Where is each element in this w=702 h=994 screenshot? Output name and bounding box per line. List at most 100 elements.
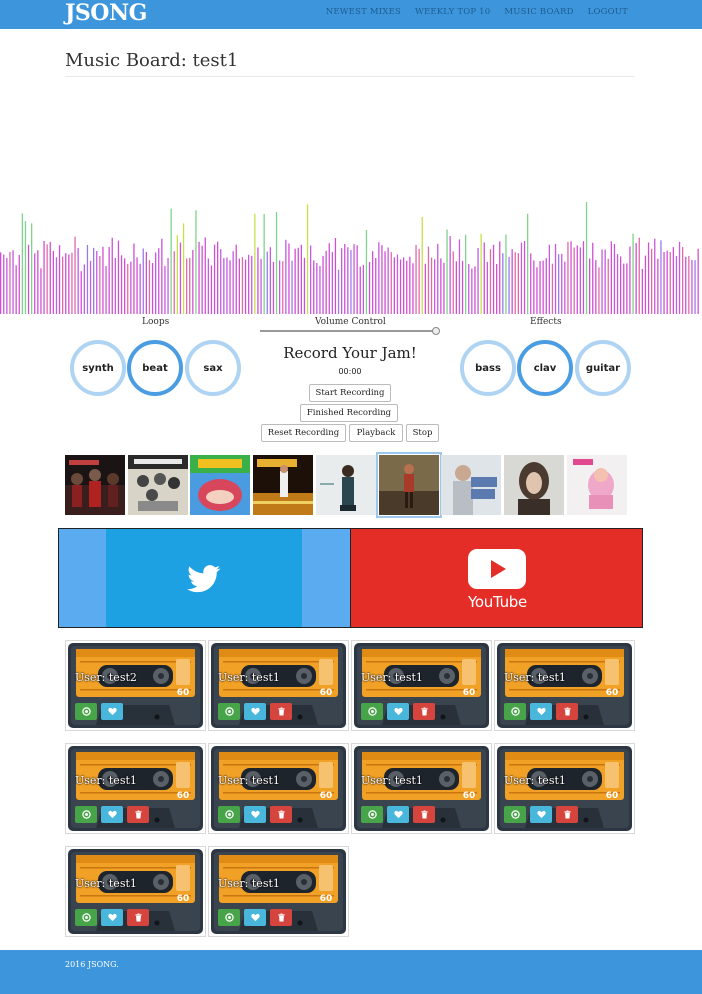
mix-card[interactable]: 60 User: test2 xyxy=(65,640,206,731)
mix-delete-button[interactable] xyxy=(413,806,435,823)
mix-play-button[interactable] xyxy=(218,909,240,926)
mix-card[interactable]: 60 User: test1 xyxy=(494,640,635,731)
mix-play-button[interactable] xyxy=(504,806,526,823)
youtube-share-panel[interactable]: YouTube xyxy=(350,528,643,628)
nav-music-board[interactable]: MUSIC BOARD xyxy=(504,7,573,17)
loop-synth-button[interactable]: synth xyxy=(70,340,126,396)
mix-like-button[interactable] xyxy=(530,806,552,823)
mix-play-button[interactable] xyxy=(361,806,383,823)
visualizer-bar xyxy=(489,249,492,314)
mix-user-name: test2 xyxy=(108,671,137,684)
twitter-share-panel[interactable] xyxy=(58,528,351,628)
visualizer-bar xyxy=(399,259,402,314)
footer: 2016 JSONG. xyxy=(0,950,702,994)
mix-like-button[interactable] xyxy=(244,703,266,720)
mix-like-button[interactable] xyxy=(101,703,123,720)
mix-like-button[interactable] xyxy=(244,909,266,926)
finished-recording-button[interactable]: Finished Recording xyxy=(300,404,398,422)
mix-like-button[interactable] xyxy=(244,806,266,823)
mix-actions xyxy=(504,806,578,823)
visualizer-bar xyxy=(306,204,309,314)
album-cover-kill-me[interactable] xyxy=(567,455,627,515)
reset-recording-button[interactable]: Reset Recording xyxy=(261,424,346,442)
nav-logout[interactable]: LOGOUT xyxy=(588,7,628,17)
brand-logo[interactable]: JSONG xyxy=(65,0,147,26)
album-cover-beatles[interactable] xyxy=(128,455,188,515)
visualizer-bar xyxy=(635,243,637,314)
mix-like-button[interactable] xyxy=(387,703,409,720)
mix-card[interactable]: 60 User: test1 xyxy=(208,846,349,937)
playback-button[interactable]: Playback xyxy=(349,424,403,442)
volume-slider-track[interactable] xyxy=(260,330,438,332)
visualizer-bar xyxy=(186,258,188,314)
mix-delete-button[interactable] xyxy=(556,806,578,823)
album-cover-woman[interactable] xyxy=(316,455,376,515)
loop-beat-button[interactable]: beat xyxy=(127,340,183,396)
visualizer-bar xyxy=(319,266,321,314)
effect-guitar-button[interactable]: guitar xyxy=(575,340,631,396)
mix-delete-button[interactable] xyxy=(127,806,149,823)
mix-like-button[interactable] xyxy=(387,806,409,823)
visualizer-bar xyxy=(641,268,643,314)
mix-delete-button[interactable] xyxy=(413,703,435,720)
visualizer-bar xyxy=(446,229,448,314)
mix-card[interactable]: 60 User: test1 xyxy=(208,743,349,834)
svg-text:60: 60 xyxy=(320,894,333,904)
mix-play-button[interactable] xyxy=(361,703,383,720)
nav-weekly-top[interactable]: WEEKLY TOP 10 xyxy=(415,7,490,17)
mix-like-button[interactable] xyxy=(530,703,552,720)
mix-play-button[interactable] xyxy=(75,806,97,823)
album-cover-basement-jaxx[interactable] xyxy=(190,455,250,515)
album-cover-blue-jeans-icon xyxy=(441,455,501,515)
mix-delete-button[interactable] xyxy=(556,703,578,720)
mix-delete-button[interactable] xyxy=(270,703,292,720)
volume-slider-thumb[interactable] xyxy=(432,327,440,335)
mix-play-button[interactable] xyxy=(75,703,97,720)
album-cover-thriller[interactable] xyxy=(65,455,125,515)
mix-play-button[interactable] xyxy=(75,909,97,926)
mix-card[interactable]: 60 User: test1 xyxy=(208,640,349,731)
visualizer-bar xyxy=(142,248,144,314)
page-title: Music Board: test1 xyxy=(65,50,239,71)
twitter-bird-icon xyxy=(187,565,221,593)
stop-button[interactable]: Stop xyxy=(406,424,439,442)
mix-play-button[interactable] xyxy=(218,806,240,823)
visualizer-bar xyxy=(564,261,566,314)
effect-bass-button[interactable]: bass xyxy=(460,340,516,396)
album-cover-saturday-night-fever[interactable] xyxy=(253,455,313,515)
visualizer-bar xyxy=(325,250,327,314)
album-cover-blue-jeans[interactable] xyxy=(441,455,501,515)
mix-card[interactable]: 60 User: test1 xyxy=(494,743,635,834)
visualizer-bar xyxy=(613,244,616,314)
visualizer-bar xyxy=(232,251,234,314)
mix-user-label: User: test1 xyxy=(504,671,566,684)
mix-play-button[interactable] xyxy=(504,703,526,720)
effect-clav-button[interactable]: clav xyxy=(517,340,573,396)
loop-sax-button[interactable]: sax xyxy=(185,340,241,396)
visualizer-bar xyxy=(657,258,659,314)
mix-play-button[interactable] xyxy=(218,703,240,720)
mix-delete-button[interactable] xyxy=(270,806,292,823)
visualizer-bar xyxy=(372,251,374,314)
mix-user-name: test1 xyxy=(394,671,423,684)
visualizer-bar xyxy=(310,245,312,314)
start-recording-button[interactable]: Start Recording xyxy=(309,384,391,402)
mix-delete-button[interactable] xyxy=(127,909,149,926)
visualizer-bar xyxy=(189,257,191,314)
mix-card[interactable]: 60 User: test1 xyxy=(65,846,206,937)
mix-card[interactable]: 60 User: test1 xyxy=(65,743,206,834)
visualizer-bar xyxy=(331,252,333,314)
album-cover-portrait[interactable] xyxy=(504,455,564,515)
mix-like-button[interactable] xyxy=(101,806,123,823)
visualizer-bar xyxy=(573,247,575,314)
nav-newest-mixes[interactable]: NEWEST MIXES xyxy=(326,7,401,17)
visualizer-bar xyxy=(229,260,231,314)
album-cover-woman-red[interactable] xyxy=(376,452,442,518)
visualizer-bar xyxy=(27,244,30,314)
mix-like-button[interactable] xyxy=(101,909,123,926)
mix-card[interactable]: 60 User: test1 xyxy=(351,640,492,731)
mix-card[interactable]: 60 User: test1 xyxy=(351,743,492,834)
mix-delete-button[interactable] xyxy=(270,909,292,926)
mix-actions xyxy=(361,806,435,823)
mix-user-prefix: User: xyxy=(75,877,106,890)
